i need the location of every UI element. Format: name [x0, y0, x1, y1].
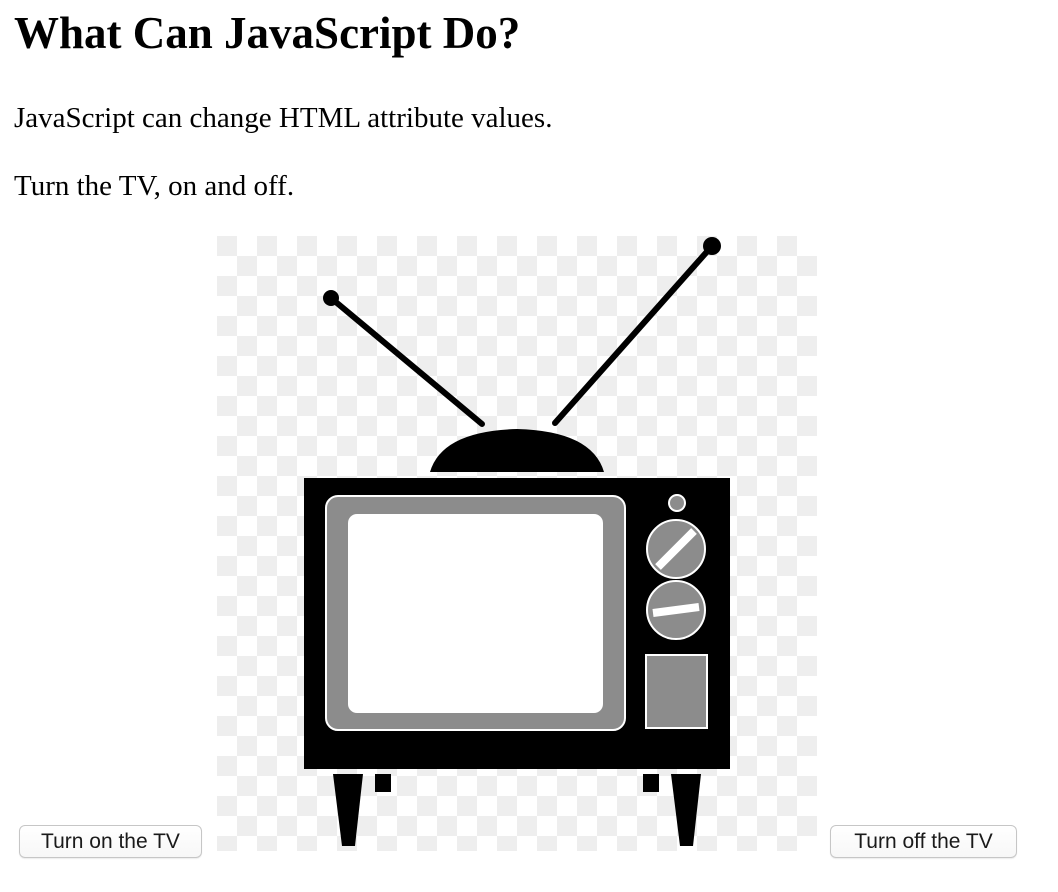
- indicator-light-icon: [668, 494, 686, 512]
- turn-off-tv-button[interactable]: Turn off the TV: [830, 825, 1017, 858]
- tv-image: [217, 236, 817, 851]
- tv-icon: [217, 236, 817, 851]
- turn-on-tv-button[interactable]: Turn on the TV: [19, 825, 202, 858]
- speaker-grille: [645, 654, 708, 729]
- page-title: What Can JavaScript Do?: [14, 8, 521, 58]
- tv-screen: [348, 514, 603, 713]
- dial-icon: [646, 580, 706, 640]
- dial-icon: [646, 519, 706, 579]
- intro-paragraph: JavaScript can change HTML attribute val…: [14, 102, 553, 134]
- instruction-paragraph: Turn the TV, on and off.: [14, 170, 295, 202]
